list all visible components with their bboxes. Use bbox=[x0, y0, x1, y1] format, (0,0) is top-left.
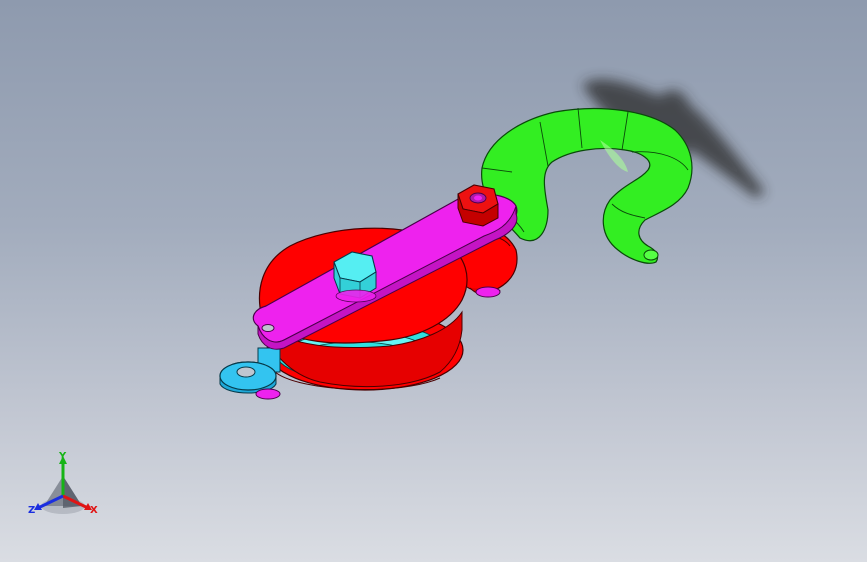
hook[interactable] bbox=[481, 107, 693, 264]
model-scene[interactable] bbox=[0, 0, 867, 562]
triad-x-label: X bbox=[90, 505, 98, 516]
triad-y-label: Y bbox=[59, 451, 67, 462]
graphics-viewport[interactable]: Y X Z bbox=[0, 0, 867, 562]
nut-top[interactable] bbox=[457, 184, 499, 227]
eye-ring[interactable] bbox=[219, 347, 281, 400]
triad-graphic bbox=[34, 456, 92, 514]
nut-center[interactable] bbox=[333, 251, 377, 303]
triad-z-label: Z bbox=[28, 505, 36, 516]
